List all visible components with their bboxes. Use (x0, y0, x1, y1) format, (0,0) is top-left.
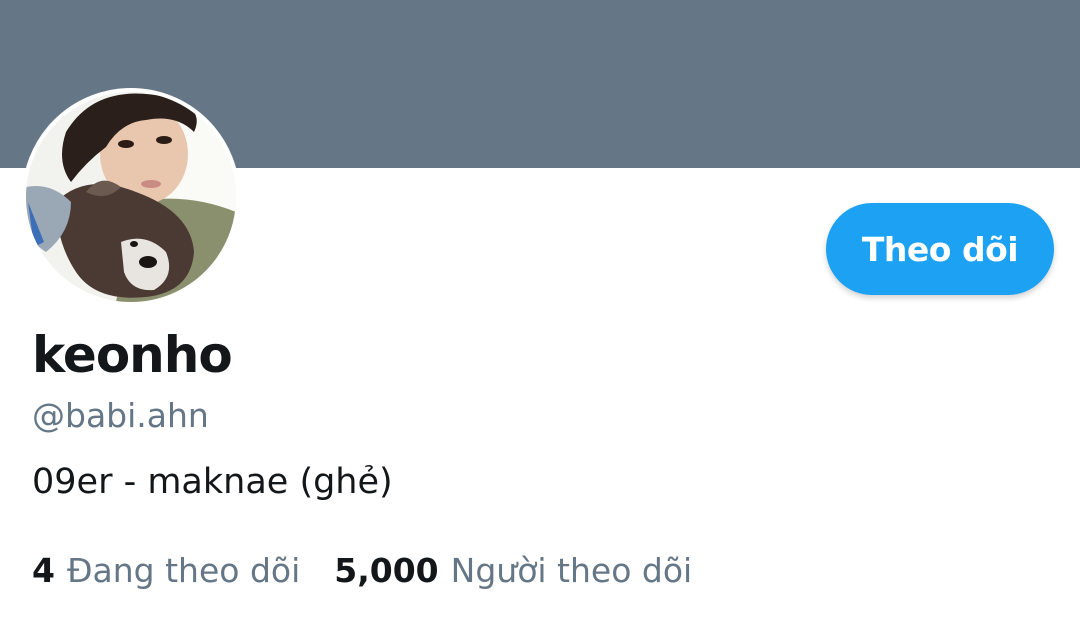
profile-page: Theo dõi keonho @babi.ahn 09er - maknae … (0, 0, 1080, 638)
followers-count: 5,000 (334, 551, 439, 590)
avatar-photo-icon (26, 92, 236, 302)
follow-button[interactable]: Theo dõi (826, 203, 1054, 295)
username-handle: @babi.ahn (32, 396, 209, 435)
following-count: 4 (32, 551, 55, 590)
following-label: Đang theo dõi (66, 551, 301, 590)
following-stat[interactable]: 4 Đang theo dõi (32, 551, 300, 590)
display-name: keonho (32, 326, 233, 384)
followers-stat[interactable]: 5,000 Người theo dõi (334, 551, 692, 590)
profile-stats: 4 Đang theo dõi 5,000 Người theo dõi (32, 551, 692, 590)
followers-label: Người theo dõi (450, 551, 693, 590)
profile-bio: 09er - maknae (ghẻ) (32, 462, 393, 502)
profile-avatar[interactable] (22, 88, 240, 306)
